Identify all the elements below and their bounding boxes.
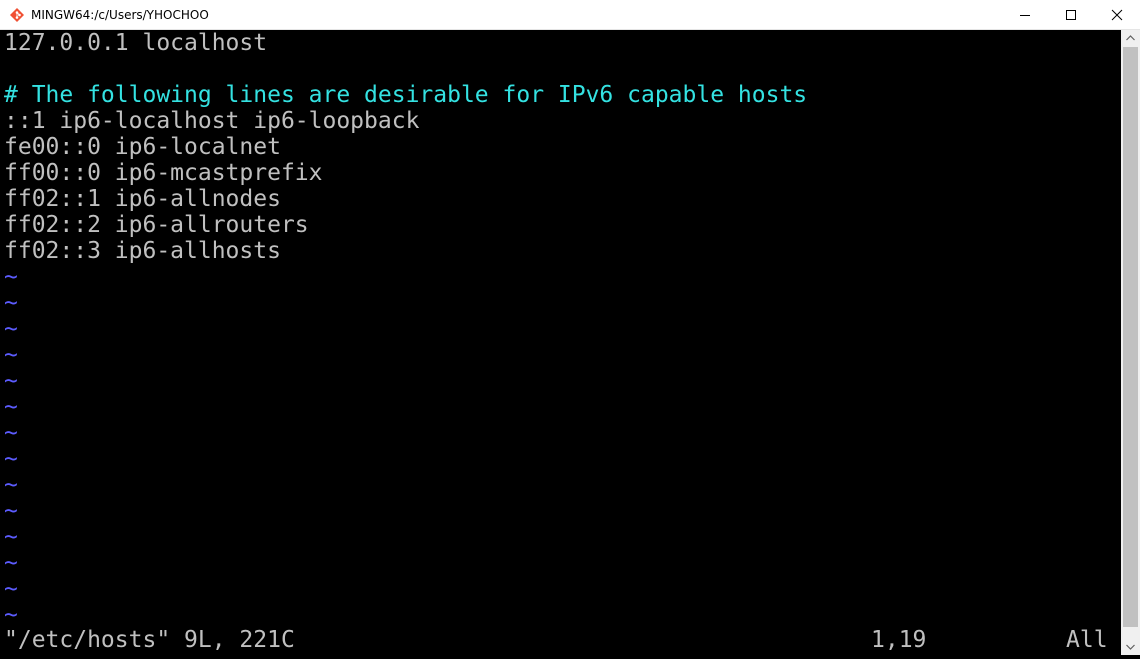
minimize-button[interactable] <box>1002 0 1048 30</box>
empty-line-marker: ~ <box>4 342 18 368</box>
empty-line-marker: ~ <box>4 264 18 290</box>
file-line: ff02::2 ip6-allrouters <box>4 212 309 238</box>
empty-line-marker: ~ <box>4 498 18 524</box>
file-line: ff00::0 ip6-mcastprefix <box>4 160 323 186</box>
scroll-down-arrow-icon <box>1126 644 1135 650</box>
empty-line-marker: ~ <box>4 420 18 446</box>
status-file-info: "/etc/hosts" 9L, 221C <box>4 627 295 653</box>
file-line: fe00::0 ip6-localnet <box>4 134 281 160</box>
scroll-up-arrow-icon <box>1126 35 1135 41</box>
empty-line-marker: ~ <box>4 472 18 498</box>
empty-line-marker: ~ <box>4 316 18 342</box>
empty-line-marker: ~ <box>4 290 18 316</box>
file-line: ff02::3 ip6-allhosts <box>4 238 281 264</box>
window-title: MINGW64:/c/Users/YHOCHOO <box>31 8 209 22</box>
git-diamond-icon <box>10 8 24 22</box>
title-bar[interactable]: MINGW64:/c/Users/YHOCHOO <box>0 0 1140 30</box>
empty-line-marker: ~ <box>4 394 18 420</box>
empty-line-marker: ~ <box>4 446 18 472</box>
terminal-window: MINGW64:/c/Users/YHOCHOO 127.0.0.1 local… <box>0 0 1140 655</box>
empty-line-marker: ~ <box>4 550 18 576</box>
status-scroll-position: All <box>1066 627 1108 653</box>
maximize-icon <box>1066 10 1076 20</box>
file-line: ff02::1 ip6-allnodes <box>4 186 281 212</box>
scroll-down-button[interactable] <box>1121 638 1140 655</box>
vim-editor[interactable]: 127.0.0.1 localhost # The following line… <box>0 30 1121 655</box>
empty-line-marker: ~ <box>4 602 18 628</box>
scrollbar-thumb[interactable] <box>1123 47 1138 627</box>
maximize-button[interactable] <box>1048 0 1094 30</box>
comment-line: # The following lines are desirable for … <box>4 82 808 108</box>
status-cursor-position: 1,19 <box>871 627 927 653</box>
scroll-up-button[interactable] <box>1121 30 1140 47</box>
close-icon <box>1111 9 1123 21</box>
empty-line-marker: ~ <box>4 576 18 602</box>
vertical-scrollbar[interactable] <box>1121 30 1140 655</box>
file-line: ::1 ip6-localhost ip6-loopback <box>4 108 420 134</box>
empty-line-marker: ~ <box>4 368 18 394</box>
empty-line-marker: ~ <box>4 524 18 550</box>
minimize-icon <box>1020 15 1030 16</box>
close-button[interactable] <box>1094 0 1140 30</box>
file-line: 127.0.0.1 localhost <box>4 30 268 56</box>
